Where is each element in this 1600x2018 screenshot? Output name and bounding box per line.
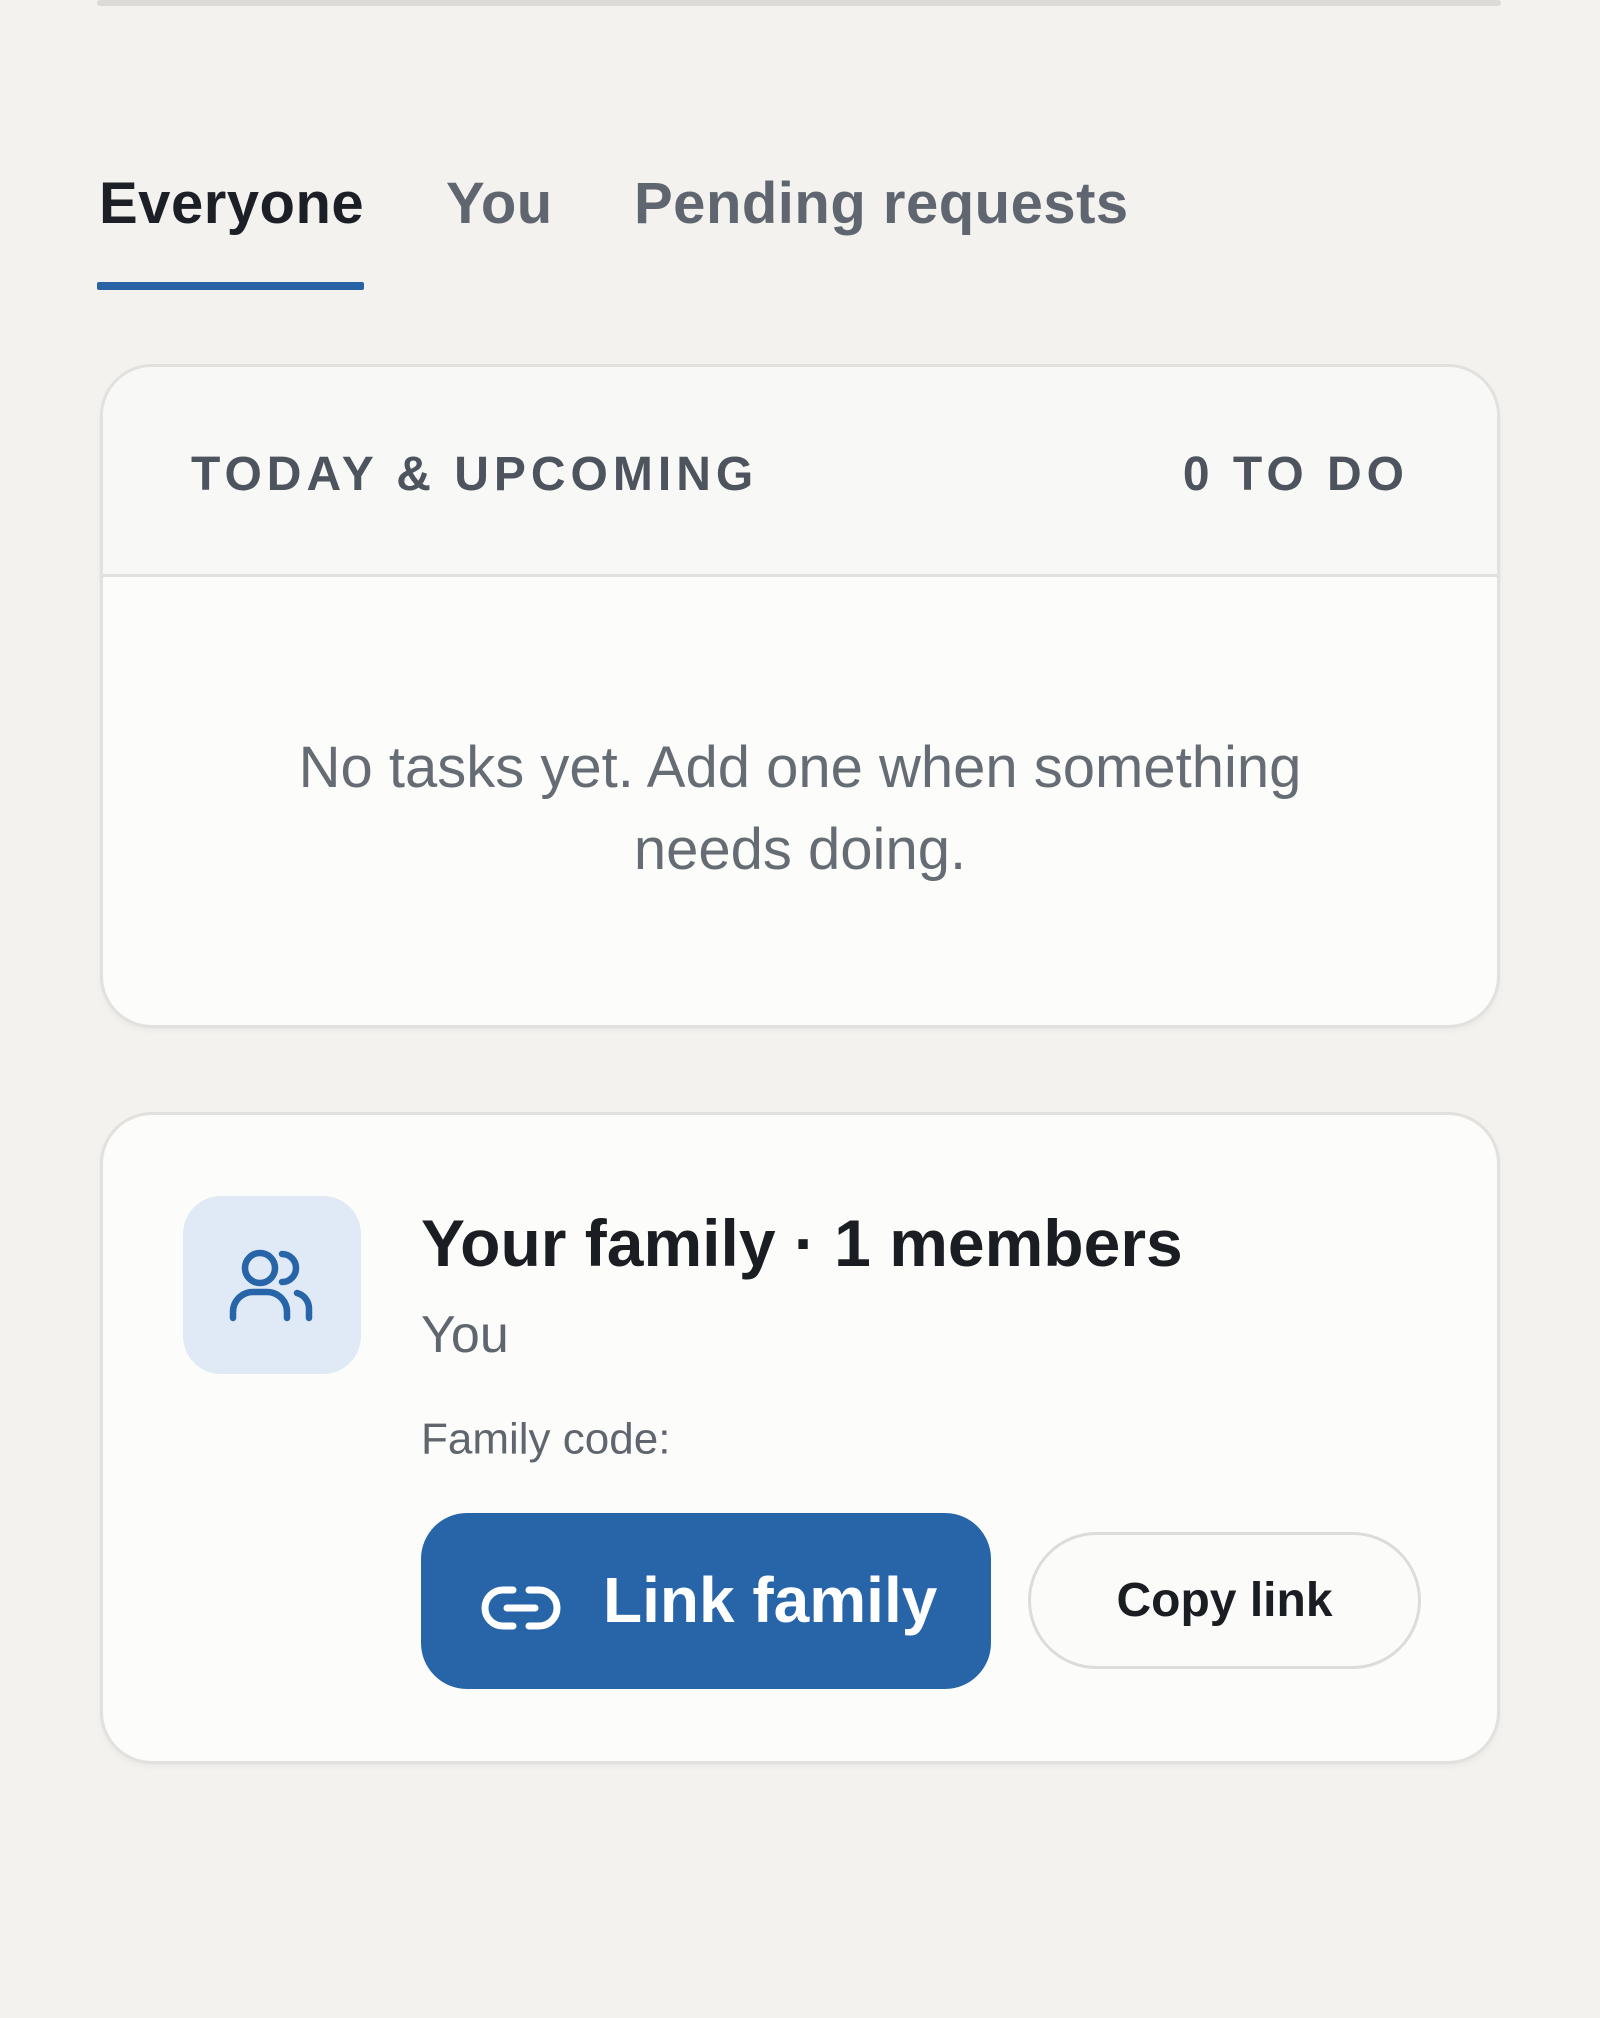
family-code-label: Family code:	[421, 1414, 671, 1464]
tasks-count: 0 TO DO	[1182, 448, 1409, 501]
tasks-card: TODAY & UPCOMING 0 TO DO No tasks yet. A…	[100, 364, 1500, 1028]
family-avatar-tile	[183, 1196, 361, 1374]
tasks-section-title: TODAY & UPCOMING	[191, 448, 759, 501]
top-divider	[97, 0, 1501, 6]
tab-you[interactable]: You	[446, 170, 553, 237]
family-code-row: Family code:	[421, 1412, 1041, 1472]
link-family-label: Link family	[603, 1564, 938, 1636]
tab-pending-requests[interactable]: Pending requests	[634, 170, 1129, 237]
family-code-value	[700, 1412, 1041, 1472]
tab-bar: Everyone You Pending requests	[97, 170, 1501, 294]
tab-everyone[interactable]: Everyone	[99, 170, 364, 237]
family-members-list: You	[421, 1306, 509, 1364]
family-card: Your family · 1 members You Family code:…	[100, 1112, 1500, 1764]
link-family-button[interactable]: Link family	[421, 1513, 991, 1689]
tasks-card-header: TODAY & UPCOMING 0 TO DO	[103, 367, 1497, 577]
empty-state-message: No tasks yet. Add one when something nee…	[298, 735, 1302, 882]
family-title: Your family · 1 members	[421, 1206, 1183, 1280]
active-tab-indicator	[97, 282, 364, 290]
copy-link-button[interactable]: Copy link	[1028, 1532, 1421, 1669]
link-icon	[479, 1575, 563, 1649]
